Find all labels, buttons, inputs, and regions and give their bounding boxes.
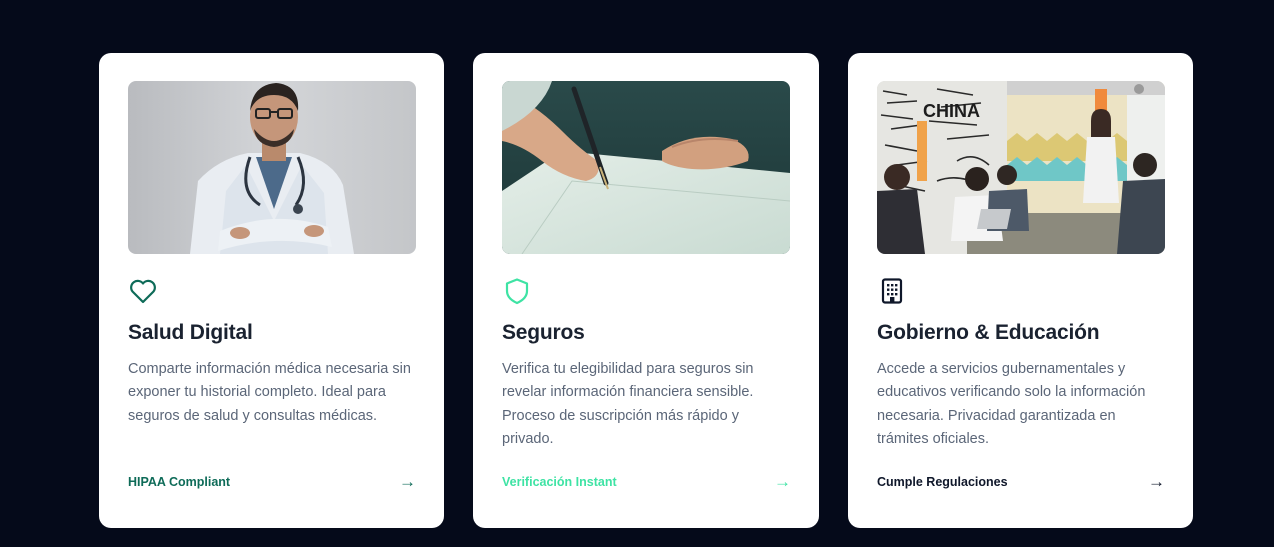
building-icon — [877, 276, 907, 306]
card-footer: HIPAA Compliant → — [128, 473, 416, 490]
heart-icon — [128, 276, 158, 306]
card-title: Seguros — [502, 321, 585, 344]
card-seguros: Seguros Verifica tu elegibilidad para se… — [473, 53, 819, 528]
cumple-regulaciones-link[interactable]: Cumple Regulaciones — [877, 475, 1008, 489]
card-description: Verifica tu elegibilidad para seguros si… — [502, 361, 754, 447]
doctor-photo — [128, 81, 416, 254]
shield-icon — [502, 276, 532, 306]
card-title: Gobierno & Educación — [877, 321, 1100, 344]
card-title: Salud Digital — [128, 321, 253, 344]
arrow-right-icon[interactable]: → — [774, 473, 791, 490]
arrow-right-icon[interactable]: → — [1148, 473, 1165, 490]
arrow-right-icon[interactable]: → — [399, 473, 416, 490]
card-description: Accede a servicios gubernamentales y edu… — [877, 361, 1146, 447]
card-footer: Cumple Regulaciones → — [877, 473, 1165, 490]
hipaa-compliant-link[interactable]: HIPAA Compliant — [128, 475, 230, 489]
signing-document-photo — [502, 81, 790, 254]
card-description: Comparte información médica necesaria si… — [128, 361, 411, 424]
card-gobierno-educacion: CHINA Gobierno & Educación Accede a serv… — [848, 53, 1193, 528]
svg-text:CHINA: CHINA — [923, 101, 980, 121]
card-salud-digital: Salud Digital Comparte información médic… — [99, 53, 444, 528]
use-case-cards: Salud Digital Comparte información médic… — [99, 53, 1193, 528]
verificacion-instant-link[interactable]: Verificación Instant — [502, 475, 617, 489]
card-footer: Verificación Instant → — [502, 473, 791, 490]
classroom-meeting-photo: CHINA — [877, 81, 1165, 254]
